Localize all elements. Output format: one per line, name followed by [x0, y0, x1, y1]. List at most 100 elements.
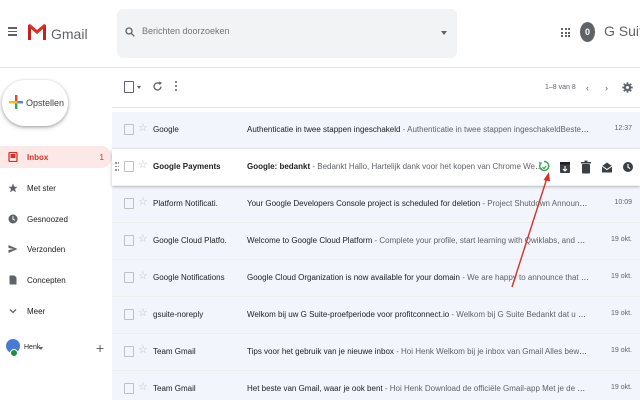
sidebar-item-more[interactable]: Meer: [0, 300, 112, 322]
email-sender: Team Gmail: [153, 384, 196, 393]
email-sender: Team Gmail: [153, 347, 196, 356]
account-avatar[interactable]: 0: [580, 22, 595, 42]
search-bar[interactable]: [117, 9, 457, 58]
star-icon[interactable]: ☆: [138, 233, 148, 245]
email-subject: Authenticatie in twee stappen ingeschake…: [247, 125, 401, 134]
snooze-icon[interactable]: [622, 160, 634, 174]
next-page-button[interactable]: ›: [605, 83, 608, 93]
more-options-icon[interactable]: [175, 81, 178, 93]
email-subject: Het beste van Gmail, waar je ook bent: [247, 384, 383, 393]
email-preview: Tips voor het gebruik van je nieuwe inbo…: [247, 347, 589, 356]
star-icon[interactable]: ☆: [138, 307, 148, 319]
plus-icon: [9, 95, 23, 109]
star-icon[interactable]: ☆: [138, 159, 148, 171]
main-menu-icon[interactable]: [8, 27, 17, 36]
email-preview: Authenticatie in twee stappen ingeschake…: [247, 125, 589, 134]
star-icon[interactable]: ☆: [138, 344, 148, 356]
sidebar-item-sent[interactable]: Verzonden: [0, 238, 112, 260]
sidebar-item-drafts[interactable]: Concepten: [0, 269, 112, 291]
email-row[interactable]: ☆ Team Gmail Tips voor het gebruik van j…: [112, 334, 640, 371]
email-snippet: - Project Shutdown Announcement Your Goo…: [482, 199, 589, 208]
email-date: 10:09: [614, 199, 632, 206]
email-row[interactable]: ☆ Google Cloud Platfo. Welcome to Google…: [112, 223, 640, 260]
list-toolbar: 1–8 van 8 ‹ ›: [112, 68, 640, 108]
apps-grid-icon[interactable]: [561, 28, 570, 37]
sidebar-item-inbox[interactable]: Inbox 1: [0, 146, 112, 168]
add-contact-icon[interactable]: +: [96, 341, 104, 355]
archive-icon[interactable]: [559, 160, 571, 174]
sidebar-item-label: Met ster: [27, 184, 56, 193]
send-icon: [8, 245, 18, 253]
sidebar-item-label: Inbox: [27, 153, 49, 162]
mark-as-read-icon[interactable]: [601, 160, 613, 174]
search-options-icon[interactable]: [441, 31, 447, 35]
email-date: 19 okt.: [610, 273, 632, 280]
gmail-logo[interactable]: [27, 22, 47, 41]
row-checkbox[interactable]: [124, 383, 134, 394]
sidebar-item-label: Gesnoozed: [27, 215, 68, 224]
draft-icon: [9, 275, 17, 285]
inbox-icon: [8, 152, 18, 162]
email-sender: Google: [153, 125, 179, 134]
email-snippet: - We are happy to announce that the Clou…: [462, 273, 589, 282]
email-sender: gsuite-noreply: [153, 310, 204, 319]
star-icon[interactable]: ☆: [138, 381, 148, 393]
star-icon[interactable]: ☆: [138, 196, 148, 208]
drag-handle-icon[interactable]: [115, 162, 119, 172]
row-checkbox[interactable]: [124, 198, 134, 209]
email-date: 19 okt.: [610, 384, 632, 391]
email-date: 19 okt.: [610, 236, 632, 243]
email-row[interactable]: ☆ Platform Notificati. Your Google Devel…: [112, 186, 640, 223]
email-preview: Welcome to Google Cloud Platform - Compl…: [247, 236, 589, 245]
email-date: 19 okt.: [610, 347, 632, 354]
search-input[interactable]: [142, 26, 422, 36]
gmail-wordmark[interactable]: Gmail: [51, 26, 88, 42]
compose-button[interactable]: Opstellen: [2, 80, 68, 126]
email-subject: Google: bedankt: [247, 162, 311, 171]
email-preview: Google Cloud Organization is now availab…: [247, 273, 589, 282]
email-row[interactable]: ☆ Team Gmail Het beste van Gmail, waar j…: [112, 371, 640, 400]
sidebar-item-starred[interactable]: Met ster: [0, 177, 112, 199]
email-preview: Het beste van Gmail, waar je ook bent - …: [247, 384, 589, 393]
row-actions: [538, 159, 634, 175]
extension-icon[interactable]: [538, 160, 550, 174]
email-sender: Platform Notificati.: [153, 199, 218, 208]
hangouts-avatar[interactable]: [6, 339, 20, 357]
gear-icon[interactable]: [622, 82, 633, 93]
select-all-checkbox[interactable]: [124, 81, 134, 93]
previous-page-button[interactable]: ‹: [586, 83, 589, 93]
email-snippet: - Bedankt Hallo, Hartelijk dank voor het…: [312, 162, 545, 171]
row-checkbox[interactable]: [124, 272, 134, 283]
email-snippet: - Authenticatie in twee stappen ingescha…: [402, 125, 589, 134]
star-icon[interactable]: ☆: [138, 270, 148, 282]
sidebar-item-snoozed[interactable]: Gesnoozed: [0, 208, 112, 230]
row-checkbox[interactable]: [124, 124, 134, 135]
sidebar-item-label: Meer: [27, 307, 46, 316]
pagination-count: 1–8 van 8: [545, 84, 576, 91]
chevron-down-icon: [9, 309, 17, 314]
hangouts-user-name[interactable]: Henk: [24, 344, 40, 351]
email-list: ☆ Google Authenticatie in twee stappen i…: [112, 112, 640, 400]
select-menu-icon[interactable]: [137, 86, 141, 89]
email-row[interactable]: ☆ Google Payments Google: bedankt - Beda…: [112, 149, 640, 186]
refresh-icon[interactable]: [152, 81, 163, 92]
email-subject: Your Google Developers Console project i…: [247, 199, 481, 208]
compose-label: Opstellen: [26, 98, 65, 108]
email-subject: Google Cloud Organization is now availab…: [247, 273, 461, 282]
clock-icon: [8, 214, 18, 224]
star-icon[interactable]: ☆: [138, 122, 148, 134]
email-row[interactable]: ☆ Google Notifications Google Cloud Orga…: [112, 260, 640, 297]
email-snippet: - Welkom bij G Suite Bedankt dat u aan d…: [451, 310, 589, 319]
row-checkbox[interactable]: [124, 235, 134, 246]
row-checkbox[interactable]: [124, 309, 134, 320]
row-checkbox[interactable]: [124, 161, 134, 172]
row-checkbox[interactable]: [124, 346, 134, 357]
email-subject: Tips voor het gebruik van je nieuwe inbo…: [247, 347, 394, 356]
email-row[interactable]: ☆ gsuite-noreply Welkom bij uw G Suite-p…: [112, 297, 640, 334]
hangouts-status-icon[interactable]: [39, 347, 43, 350]
delete-icon[interactable]: [580, 160, 592, 174]
search-icon[interactable]: [125, 27, 135, 37]
email-snippet: - Complete your profile, start learning …: [374, 236, 589, 245]
email-row[interactable]: ☆ Google Authenticatie in twee stappen i…: [112, 112, 640, 149]
sidebar-item-label: Verzonden: [27, 245, 66, 254]
